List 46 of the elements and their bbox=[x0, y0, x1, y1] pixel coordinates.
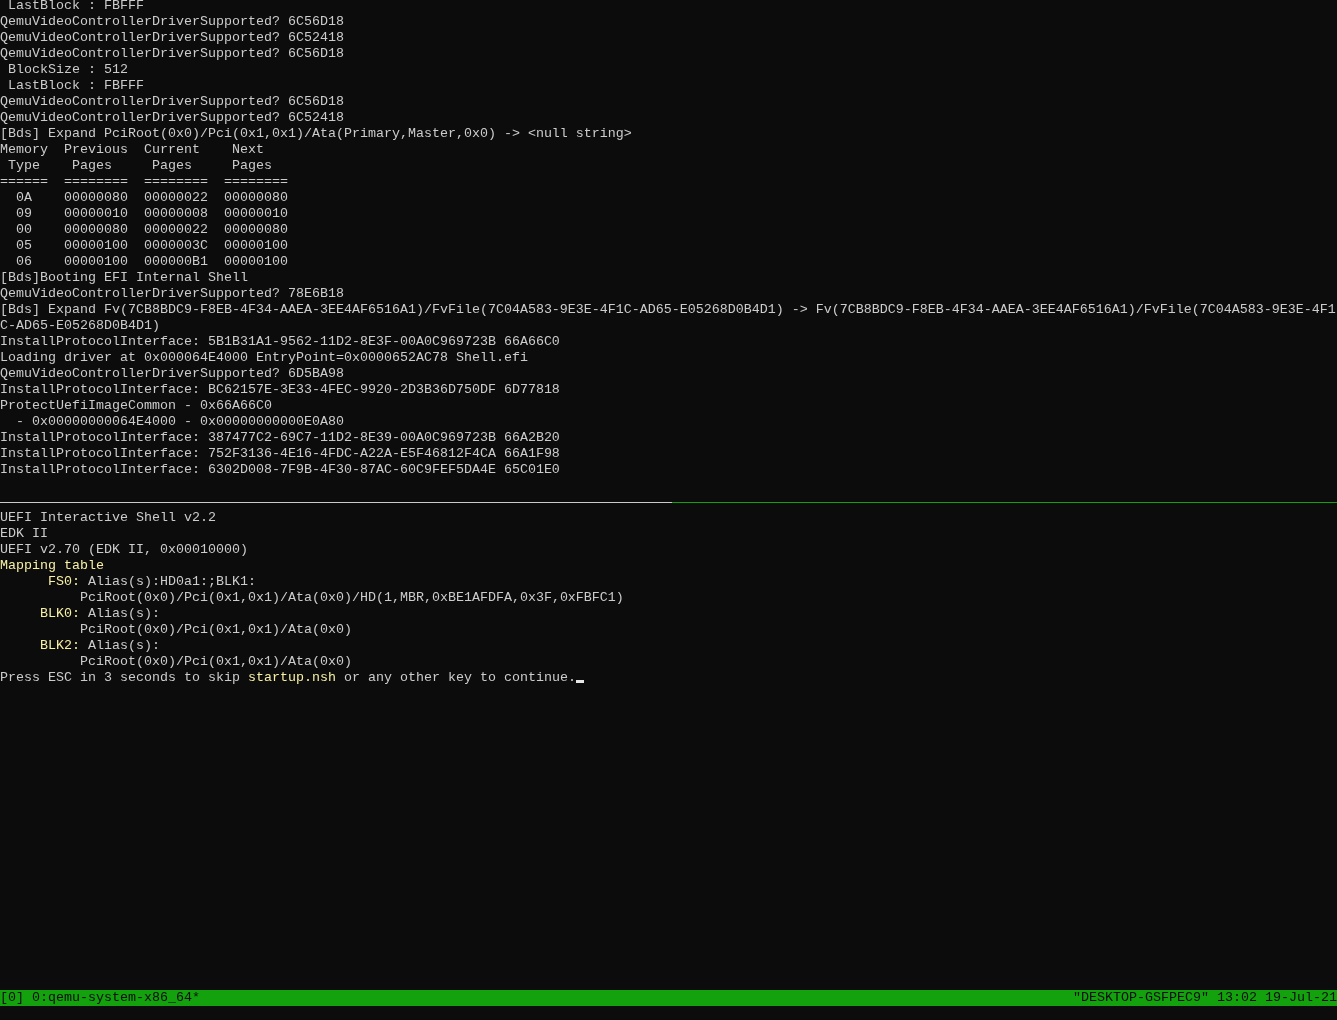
log-line: LastBlock : FBFFF bbox=[8, 0, 144, 13]
log-line: LastBlock : FBFFF bbox=[8, 78, 144, 93]
log-line: QemuVideoControllerDriverSupported? 6C52418 bbox=[0, 30, 344, 45]
log-line: Memory Previous Current Next bbox=[0, 142, 264, 157]
log-line: 0A 00000080 00000022 00000080 bbox=[16, 190, 288, 205]
log-line: QemuVideoControllerDriverSupported? 6C56D18 bbox=[0, 46, 344, 61]
log-line: 06 00000100 000000B1 00000100 bbox=[16, 254, 288, 269]
shell-line: EDK II bbox=[0, 526, 48, 541]
log-line: 05 00000100 0000003C 00000100 bbox=[16, 238, 288, 253]
log-line: InstallProtocolInterface: 752F3136-4E16-4FDC-A22A-E5F46812F4CA 66A1F98 bbox=[0, 446, 560, 461]
clock-time: 13:02 bbox=[1217, 990, 1258, 1006]
shell-line: Press ESC in 3 seconds to skip startup.nsh or any other key to continue. bbox=[0, 670, 576, 685]
log-line: InstallProtocolInterface: BC62157E-3E33-4FEC-9920-2D3B36D750DF 6D77818 bbox=[0, 382, 560, 397]
shell-line: PciRoot(0x0)/Pci(0x1,0x1)/Ata(0x0) bbox=[80, 654, 352, 669]
log-line: QemuVideoControllerDriverSupported? 6C52418 bbox=[0, 110, 344, 125]
log-line: Type Pages Pages Pages bbox=[8, 158, 272, 173]
shell-line: PciRoot(0x0)/Pci(0x1,0x1)/Ata(0x0) bbox=[80, 622, 352, 637]
log-line: QemuVideoControllerDriverSupported? 6C56D18 bbox=[0, 94, 344, 109]
log-line: 00 00000080 00000022 00000080 bbox=[16, 222, 288, 237]
host-name: "DESKTOP-GSFPEC9" bbox=[1073, 990, 1210, 1006]
log-line: [Bds]Booting EFI Internal Shell bbox=[0, 270, 248, 285]
window-tab[interactable]: 0:qemu-system-x86_64* bbox=[32, 990, 200, 1006]
log-line: InstallProtocolInterface: 387477C2-69C7-11D2-8E39-00A0C969723B 66A2B20 bbox=[0, 430, 560, 445]
shell-line: PciRoot(0x0)/Pci(0x1,0x1)/Ata(0x0)/HD(1,MBR,0xBE1AFDFA,0x3F,0xFBFC1) bbox=[80, 590, 624, 605]
log-line: BlockSize : 512 bbox=[8, 62, 128, 77]
shell-line: UEFI Interactive Shell v2.2 bbox=[0, 510, 216, 525]
log-line: ====== ======== ======== ======== bbox=[0, 174, 288, 189]
session-name: [0] bbox=[0, 990, 24, 1006]
log-line: 09 00000010 00000008 00000010 bbox=[16, 206, 288, 221]
clock-date: 19-Jul-21 bbox=[1265, 990, 1337, 1006]
shell-line: FS0: Alias(s):HD0a1:;BLK1: bbox=[48, 574, 256, 589]
log-line: QemuVideoControllerDriverSupported? 6C56D18 bbox=[0, 14, 344, 29]
log-line: ProtectUefiImageCommon - 0x66A66C0 bbox=[0, 398, 272, 413]
shell-line: BLK2: Alias(s): bbox=[40, 638, 160, 653]
log-line: - 0x00000000064E4000 - 0x00000000000E0A80 bbox=[16, 414, 344, 429]
log-line: InstallProtocolInterface: 6302D008-7F9B-4F30-87AC-60C9FEF5DA4E 65C01E0 bbox=[0, 462, 560, 477]
log-line: [Bds] Expand Fv(7CB8BDC9-F8EB-4F34-AAEA-3EE4AF6516A1)/FvFile(7C04A583-9E3E-4F1C-AD65-E05268D0B4D1) -> Fv(7CB8BDC9-F8EB-4F34-AAEA-3EE4AF6516A1)/FvFile(7C04A583-9E3E-4F1 bbox=[0, 302, 1336, 317]
log-line: InstallProtocolInterface: 5B1B31A1-9562-11D2-8E3F-00A0C969723B 66A66C0 bbox=[0, 334, 560, 349]
log-line: QemuVideoControllerDriverSupported? 6D5BA98 bbox=[0, 366, 344, 381]
shell-line: BLK0: Alias(s): bbox=[40, 606, 160, 621]
log-line: QemuVideoControllerDriverSupported? 78E6B18 bbox=[0, 286, 344, 301]
log-line: Loading driver at 0x000064E4000 EntryPoint=0x0000652AC78 Shell.efi bbox=[0, 350, 528, 365]
shell-line: Mapping table bbox=[0, 558, 104, 573]
log-line: C-AD65-E05268D0B4D1) bbox=[0, 318, 160, 333]
shell-line: UEFI v2.70 (EDK II, 0x00010000) bbox=[0, 542, 248, 557]
log-line: [Bds] Expand PciRoot(0x0)/Pci(0x1,0x1)/Ata(Primary,Master,0x0) -> <null string> bbox=[0, 126, 632, 141]
